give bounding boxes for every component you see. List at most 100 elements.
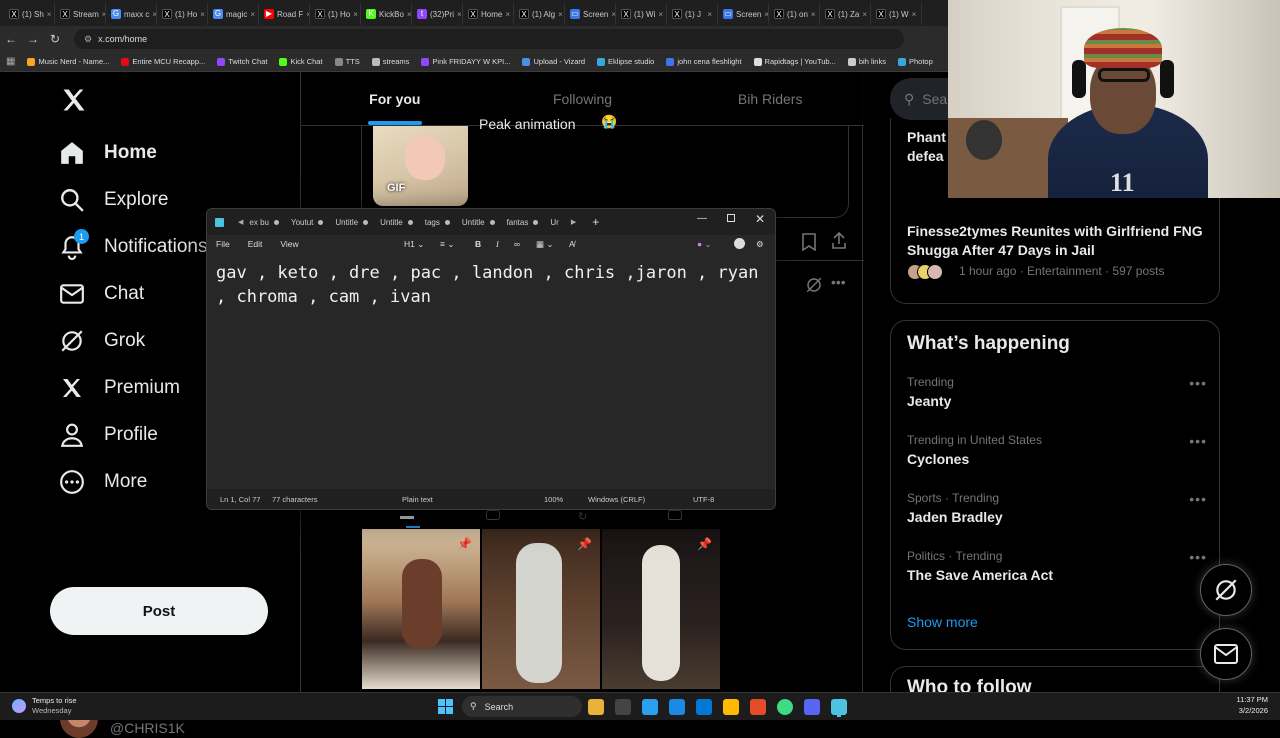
notepad-tab[interactable]: Untitle <box>462 218 495 227</box>
notepad-icon[interactable] <box>831 699 847 715</box>
copilot-icon[interactable]: ● ⌄ <box>697 239 712 250</box>
back-icon[interactable]: ← <box>0 32 22 46</box>
new-tab-icon[interactable]: + <box>592 215 599 229</box>
close-tab-icon[interactable]: × <box>457 10 462 19</box>
share-icon[interactable] <box>831 231 847 255</box>
tab-for-you[interactable]: For you <box>301 72 489 125</box>
menu-edit[interactable]: Edit <box>248 239 263 249</box>
close-tab-icon[interactable]: × <box>353 10 358 19</box>
nav-item-chat[interactable]: Chat <box>58 274 144 314</box>
nav-item-more[interactable]: More <box>58 462 147 502</box>
close-tab-icon[interactable]: × <box>912 10 917 19</box>
clear-format-icon[interactable]: A̸ <box>569 239 575 249</box>
media-thumbnail[interactable]: 📌 <box>362 529 480 689</box>
messages-fab[interactable] <box>1200 628 1252 680</box>
task-view-icon[interactable] <box>615 699 631 715</box>
discord-icon[interactable] <box>804 699 820 715</box>
windows-start-icon[interactable] <box>438 699 453 719</box>
chrome-icon[interactable] <box>777 699 793 715</box>
file-explorer-icon[interactable] <box>723 699 739 715</box>
browser-tab[interactable]: ▭ Screen × <box>565 3 616 25</box>
bookmark-item[interactable]: Rapidtags | YouTub... <box>753 57 836 66</box>
url-input[interactable]: ⚙ x.com/home <box>74 29 904 49</box>
notepad-tab[interactable]: ex bu <box>249 218 279 227</box>
bookmark-item[interactable]: Entire MCU Recapp... <box>121 57 205 66</box>
clock-date[interactable]: 3/2/2026 <box>1220 706 1268 715</box>
media-thumbnail[interactable]: 📌 <box>482 529 600 689</box>
tagged-icon[interactable] <box>668 510 682 520</box>
notepad-tab[interactable]: tags <box>425 218 450 227</box>
minimize-icon[interactable]: — <box>697 213 707 224</box>
close-tab-icon[interactable]: × <box>558 10 563 19</box>
notepad-window[interactable]: ◀ ex bu Youtut Untitle Untitle tags Untitle fa… <box>206 208 776 510</box>
grok-fab[interactable] <box>1200 564 1252 616</box>
browser-tab[interactable]: X (1) W × <box>871 3 922 25</box>
widgets-icon[interactable] <box>588 699 604 715</box>
trend-item[interactable]: Trending in United States Cyclones ••• <box>907 433 1207 467</box>
grok-small-icon[interactable] <box>805 276 823 299</box>
reload-icon[interactable]: ↻ <box>44 32 66 46</box>
video-icon[interactable] <box>486 510 500 520</box>
close-tab-icon[interactable]: × <box>658 10 663 19</box>
encoding[interactable]: UTF-8 <box>693 495 714 504</box>
apps-icon[interactable]: ▦ <box>6 56 15 67</box>
browser-tab[interactable]: X (1) Ho × <box>310 3 361 25</box>
bold-icon[interactable]: B <box>475 239 481 249</box>
site-info-icon[interactable]: ⚙ <box>84 34 92 45</box>
bookmark-item[interactable]: streams <box>371 57 409 66</box>
close-tab-icon[interactable]: × <box>707 10 712 19</box>
bookmark-item[interactable]: Pink FRIDAYY W KPI... <box>421 57 510 66</box>
table-icon[interactable]: ▦ ⌄ <box>536 239 554 250</box>
copilot-icon[interactable] <box>642 699 658 715</box>
nav-item-premium[interactable]: Premium <box>58 368 180 408</box>
heading-dropdown[interactable]: H1 ⌄ <box>404 239 424 250</box>
notepad-tab[interactable]: fantas <box>507 218 539 227</box>
line-ending[interactable]: Windows (CRLF) <box>588 495 645 504</box>
browser-tab[interactable]: Gmaxx c × <box>106 3 157 25</box>
media-thumbnail[interactable]: 📌 <box>602 529 720 689</box>
close-tab-icon[interactable]: × <box>407 10 411 19</box>
browser-tab[interactable]: XStream× <box>55 3 106 25</box>
tweet-more-icon[interactable]: ••• <box>831 274 846 290</box>
close-icon[interactable]: ✕ <box>755 212 765 226</box>
bookmark-item[interactable]: Photop <box>897 57 933 66</box>
list-icon[interactable]: ≡ ⌄ <box>440 239 454 250</box>
forward-icon[interactable]: → <box>22 32 44 46</box>
repost-icon[interactable]: ↻ <box>578 510 587 523</box>
trend-more-icon[interactable]: ••• <box>1189 491 1207 507</box>
menu-view[interactable]: View <box>280 239 298 249</box>
bookmark-item[interactable]: Upload - Vizard <box>522 57 585 66</box>
browser-tab[interactable]: X (1) J × <box>667 3 718 25</box>
italic-icon[interactable]: I <box>496 239 499 249</box>
zoom-level[interactable]: 100% <box>544 495 563 504</box>
notepad-tab[interactable]: Untitle <box>335 218 369 227</box>
nav-item-home[interactable]: Home <box>58 133 157 173</box>
trend-more-icon[interactable]: ••• <box>1189 433 1207 449</box>
menu-file[interactable]: File <box>216 239 230 249</box>
taskbar-search[interactable]: ⚲ Search <box>462 696 582 717</box>
bookmark-item[interactable]: Kick Chat <box>279 57 323 66</box>
post-button[interactable]: Post <box>50 587 268 635</box>
maximize-icon[interactable] <box>727 214 735 222</box>
close-tab-icon[interactable]: × <box>862 10 867 19</box>
browser-tab[interactable]: X (1) Alg × <box>514 3 565 25</box>
clock-time[interactable]: 11:37 PM <box>1220 695 1268 704</box>
tab-scroll-left-icon[interactable]: ◀ <box>238 218 243 226</box>
close-tab-icon[interactable]: × <box>811 10 816 19</box>
browser-tab[interactable]: ▭ Screen × <box>718 3 769 25</box>
store-icon[interactable] <box>750 699 766 715</box>
trend-item[interactable]: Sports · Trending Jaden Bradley ••• <box>907 491 1207 525</box>
close-tab-icon[interactable]: × <box>47 10 52 19</box>
close-tab-icon[interactable]: × <box>200 10 205 19</box>
format-label[interactable]: Plain text <box>402 495 433 504</box>
close-tab-icon[interactable]: × <box>250 10 255 19</box>
show-more-link[interactable]: Show more <box>907 614 978 630</box>
edge-dev-icon[interactable] <box>696 699 712 715</box>
account-icon[interactable] <box>734 238 745 249</box>
x-logo-icon[interactable] <box>60 86 88 119</box>
trend-more-icon[interactable]: ••• <box>1189 375 1207 391</box>
browser-tab[interactable]: X (1) Ho × <box>157 3 208 25</box>
bookmark-icon[interactable] <box>801 233 817 256</box>
nav-item-grok[interactable]: Grok <box>58 321 145 361</box>
link-icon[interactable]: ∞ <box>514 239 520 249</box>
